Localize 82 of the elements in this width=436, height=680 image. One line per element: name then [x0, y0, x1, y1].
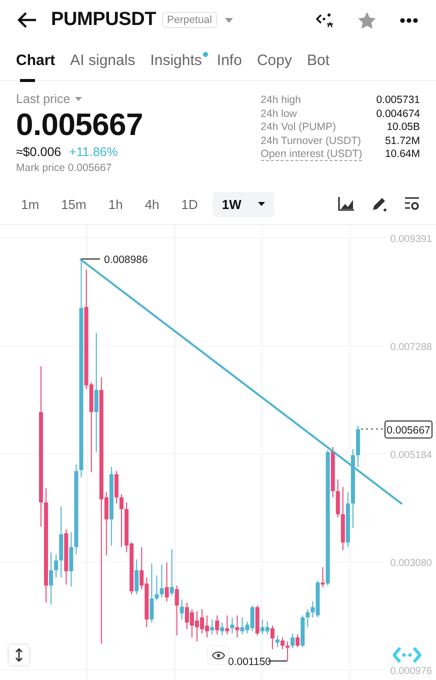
- stat-label: 24h low: [260, 108, 298, 120]
- candlestick: [230, 616, 234, 634]
- stat-label: 24h high: [260, 94, 302, 106]
- back-arrow-icon[interactable]: [17, 12, 37, 28]
- scale-toggle-button[interactable]: [9, 645, 29, 665]
- stat-value: 51.72M: [384, 134, 420, 146]
- usd-price: ≈$0.006: [16, 145, 62, 159]
- axis-tick-label: 0.009391: [390, 234, 432, 245]
- stat-value: 10.05B: [386, 121, 420, 133]
- candlestick: [154, 574, 159, 601]
- tab[interactable]: AI signals: [70, 40, 136, 79]
- candlestick: [220, 622, 224, 636]
- leader-line: [268, 660, 288, 662]
- low-price-label: 0.001150: [228, 656, 272, 668]
- interval-tab[interactable]: 1h: [99, 192, 132, 216]
- axis-tick-label: 0.000976: [390, 666, 432, 677]
- ai-icon[interactable]: [316, 12, 334, 28]
- settings-icon[interactable]: [404, 197, 420, 211]
- tab[interactable]: Insights: [150, 40, 202, 79]
- candlestick: [174, 585, 179, 636]
- candlestick: [296, 634, 300, 648]
- candlestick: [120, 494, 124, 548]
- vertical-arrows-icon: [15, 648, 23, 662]
- candlestick: [336, 478, 340, 518]
- chart-type-icon[interactable]: [338, 197, 354, 211]
- candlestick: [114, 470, 118, 504]
- stat-label: 24h Turnover (USDT): [260, 134, 362, 146]
- candlestick: [160, 564, 164, 598]
- last-price-label[interactable]: Last price: [16, 92, 70, 106]
- candlestick: [290, 632, 295, 649]
- visibility-button[interactable]: [208, 646, 228, 664]
- caret-icon[interactable]: [75, 97, 82, 101]
- eye-icon: [212, 650, 224, 660]
- candlestick: [94, 332, 98, 453]
- star-icon[interactable]: [358, 12, 376, 28]
- interval-tab[interactable]: 1D: [172, 192, 207, 216]
- tab[interactable]: Bot: [306, 40, 330, 79]
- market-badge: Perpetual: [162, 12, 217, 28]
- brackets-dots-icon[interactable]: [393, 647, 421, 663]
- axis-tick-label: 0.007288: [390, 342, 432, 353]
- stat-value: 10.64M: [384, 148, 420, 161]
- axis-tick-label: 0.003080: [390, 558, 432, 569]
- candlestick: [49, 552, 54, 606]
- candlestick: [54, 554, 58, 578]
- draw-pen-icon[interactable]: [371, 196, 387, 212]
- pair-title: PUMPUSDT: [51, 9, 156, 31]
- candlestick: [170, 548, 174, 596]
- stat-label: 24h Vol (PUMP): [260, 121, 337, 133]
- candlestick: [150, 563, 154, 624]
- candlestick: [306, 608, 310, 628]
- candlestick: [215, 614, 220, 635]
- stat-label[interactable]: Open interest (USDT): [260, 148, 362, 161]
- interval-tab[interactable]: 15m: [52, 192, 96, 216]
- leader-line: [360, 428, 384, 430]
- tab[interactable]: Info: [216, 40, 242, 79]
- candlestick: [225, 614, 230, 635]
- interval-tab[interactable]: 1W: [212, 192, 274, 216]
- candlestick: [164, 562, 169, 602]
- candlestick: [210, 618, 214, 635]
- mark-price: Mark price 0.005667: [16, 162, 113, 174]
- axis-tick-label: 0.005184: [390, 450, 432, 461]
- stat-value: 0.004674: [376, 108, 420, 120]
- leader-line: [80, 258, 100, 260]
- candlestick: [275, 634, 280, 648]
- stat-value: 0.005731: [376, 94, 420, 106]
- last-price: 0.005667: [16, 107, 143, 143]
- candlestick: [280, 636, 285, 650]
- price-change: +11.86%: [69, 145, 118, 159]
- interval-tab[interactable]: 4h: [136, 192, 168, 216]
- tab[interactable]: Copy: [256, 40, 292, 79]
- caret-icon[interactable]: [224, 18, 233, 22]
- high-price-label: 0.008986: [104, 254, 148, 266]
- candlestick: [235, 614, 240, 638]
- more-icon[interactable]: [400, 18, 418, 22]
- candlestick: [180, 598, 184, 620]
- interval-tab[interactable]: 1m: [12, 192, 48, 216]
- candlestick: [134, 558, 139, 595]
- tab[interactable]: Chart: [16, 40, 56, 82]
- candlestick: [270, 625, 274, 650]
- candlestick: [286, 641, 290, 662]
- candlestick: [320, 566, 325, 588]
- last-price-tag: 0.005667: [384, 420, 432, 438]
